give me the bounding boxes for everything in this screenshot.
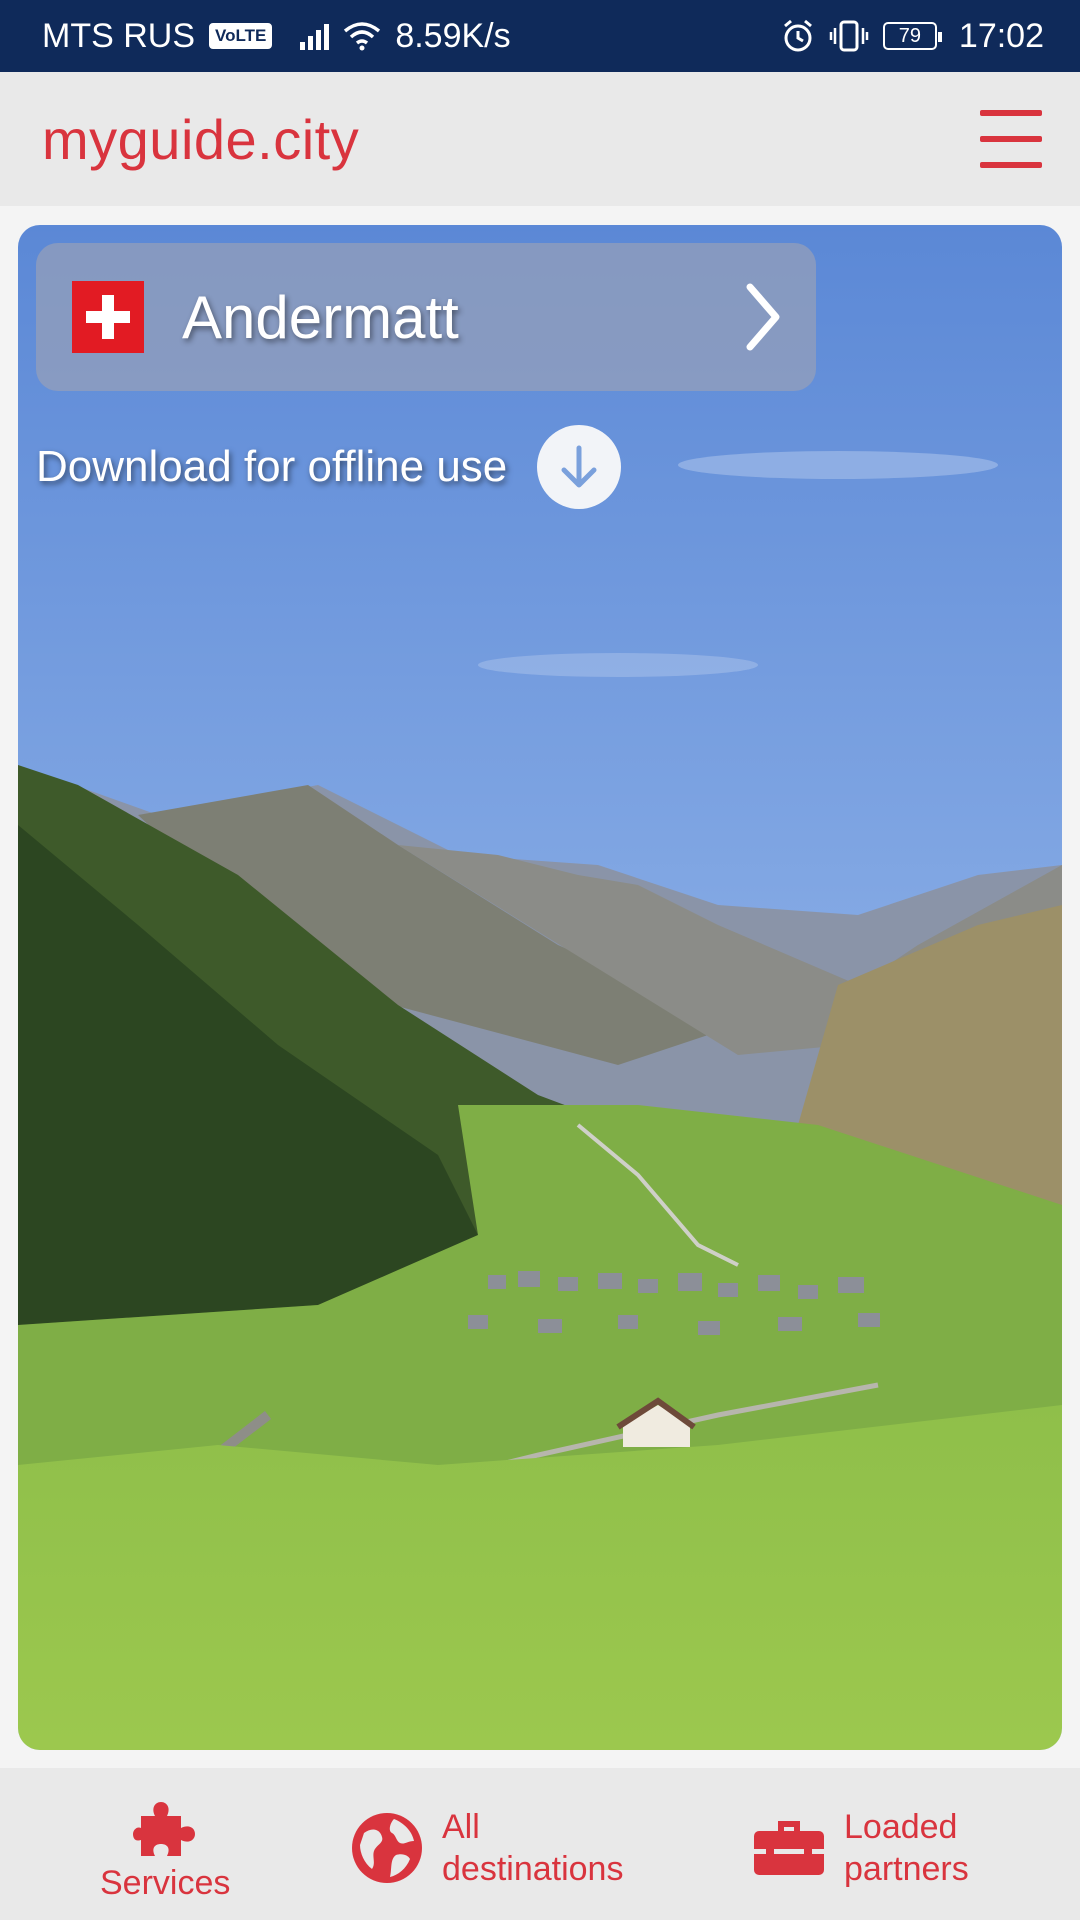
destination-hero-card[interactable]: Andermatt Download for offline use bbox=[18, 225, 1062, 1750]
switzerland-flag-icon bbox=[72, 281, 144, 353]
nav-services-label: Services bbox=[100, 1864, 231, 1902]
toolbox-icon bbox=[754, 1821, 824, 1875]
globe-icon bbox=[352, 1813, 422, 1883]
city-selector-button[interactable]: Andermatt bbox=[36, 243, 816, 391]
nav-partners-line1: Loaded bbox=[844, 1808, 958, 1846]
nav-loaded-partners-label: Loaded partners bbox=[844, 1806, 969, 1890]
nav-partners-line2: partners bbox=[844, 1850, 969, 1888]
chevron-right-icon bbox=[746, 283, 780, 351]
nav-loaded-partners-button[interactable]: Loaded partners bbox=[752, 1806, 969, 1890]
vibrate-icon bbox=[829, 20, 869, 52]
clock: 17:02 bbox=[958, 16, 1044, 55]
nav-services-button[interactable]: Services bbox=[100, 1798, 230, 1903]
app-header: myguide.city bbox=[0, 72, 1080, 206]
carrier-name: MTS RUS bbox=[42, 16, 195, 55]
hamburger-menu-icon[interactable] bbox=[980, 110, 1042, 168]
status-bar: MTS RUS VoLTE 8.59K/s 79 17:02 bbox=[0, 0, 1080, 72]
alarm-icon bbox=[783, 19, 812, 52]
volte-badge: VoLTE bbox=[209, 23, 273, 49]
wifi-icon bbox=[344, 22, 381, 51]
battery-indicator: 79 bbox=[882, 22, 942, 50]
download-offline-label: Download for offline use bbox=[36, 442, 508, 491]
brand-logo-text[interactable]: myguide.city bbox=[42, 107, 359, 172]
puzzle-piece-icon bbox=[133, 1802, 196, 1856]
nav-all-destinations-button[interactable]: All destinations bbox=[350, 1806, 623, 1890]
nav-destinations-line2: destinations bbox=[442, 1850, 624, 1888]
signal-icon bbox=[300, 22, 330, 50]
nav-destinations-line1: All bbox=[442, 1808, 480, 1846]
nav-all-destinations-label: All destinations bbox=[442, 1806, 623, 1890]
city-name: Andermatt bbox=[182, 283, 459, 351]
network-speed: 8.59K/s bbox=[395, 16, 511, 55]
download-offline-row[interactable]: Download for offline use bbox=[36, 425, 622, 509]
bottom-navigation: Services All destinations Loaded partner… bbox=[0, 1768, 1080, 1920]
download-arrow-icon[interactable] bbox=[537, 425, 622, 509]
